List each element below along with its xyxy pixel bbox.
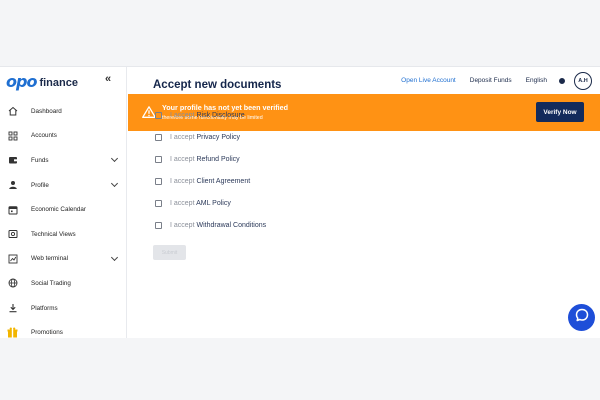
checkbox[interactable] [155,199,162,207]
document-checkbox-row[interactable]: I accept Risk Disclosure [153,104,281,126]
sidebar-item-platforms[interactable]: Platforms [0,296,127,321]
sidebar-item-label: Profile [31,181,49,189]
sidebar-item-economic-calendar[interactable]: Economic Calendar [0,197,127,222]
user-icon [7,180,18,191]
collapse-sidebar-icon[interactable]: « [105,73,111,85]
sidebar-item-accounts[interactable]: Accounts [0,124,127,149]
sidebar-item-label: Technical Views [31,230,76,238]
sidebar-nav: Dashboard Accounts Funds Profile Economi… [0,99,127,338]
brand-logo[interactable]: opo finance [6,71,78,91]
technical-views-icon [7,229,18,240]
chevron-down-icon[interactable] [110,253,119,261]
sidebar-item-promotions[interactable]: Promotions [0,320,127,338]
globe-icon [7,278,18,289]
verify-now-button[interactable]: Verify Now [536,102,584,122]
document-checkbox-row[interactable]: I accept AML Policy [153,192,281,214]
accept-prefix: I accept [170,133,195,141]
sidebar-item-label: Web terminal [31,255,68,263]
avatar[interactable]: A.H [574,71,592,90]
checkbox-label: I accept AML Policy [170,200,231,207]
checkbox-label: I accept Withdrawal Conditions [170,222,266,229]
document-link[interactable]: Privacy Policy [196,134,240,141]
calendar-icon [7,204,18,215]
sidebar-item-label: Dashboard [31,107,62,115]
chevron-down-icon[interactable] [110,155,119,163]
checkbox-label: I accept Privacy Policy [170,134,240,141]
app-window: opo finance « Dashboard Accounts Funds P… [0,66,600,338]
wallet-icon [7,155,18,166]
sidebar-item-social-trading[interactable]: Social Trading [0,271,127,296]
checkbox-label: I accept Risk Disclosure [170,112,245,119]
home-icon [7,106,18,117]
document-link[interactable]: Risk Disclosure [196,112,244,119]
terminal-chart-icon [7,253,18,264]
page-title: Accept new documents [153,79,282,91]
sidebar-item-label: Promotions [31,329,63,337]
document-checkbox-row[interactable]: I accept Privacy Policy [153,126,281,148]
logo-text: finance [39,76,78,89]
checkbox-label: I accept Client Agreement [170,178,250,185]
checkbox-label: I accept Refund Policy [170,156,240,163]
accounts-grid-icon [7,130,18,141]
download-icon [7,303,18,314]
theme-toggle-icon[interactable] [559,77,565,84]
chat-button[interactable] [568,304,595,331]
sidebar-item-label: Economic Calendar [31,206,86,214]
accept-prefix: I accept [170,221,195,229]
sidebar-item-profile[interactable]: Profile [0,173,127,198]
sidebar-item-label: Funds [31,156,49,164]
sidebar-item-label: Accounts [31,132,57,140]
sidebar-item-label: Social Trading [31,279,71,287]
document-checkbox-row[interactable]: I accept Refund Policy [153,148,281,170]
sidebar: opo finance « Dashboard Accounts Funds P… [0,67,127,338]
open-live-account-link[interactable]: Open Live Account [401,77,456,84]
accept-prefix: I accept [170,111,195,119]
document-checkbox-row[interactable]: I accept Client Agreement [153,170,281,192]
document-link[interactable]: Withdrawal Conditions [196,222,266,229]
checkbox[interactable] [155,133,162,141]
accept-prefix: I accept [170,155,195,163]
document-link[interactable]: AML Policy [196,200,231,207]
top-bar-links: Open Live Account Deposit Funds English … [387,67,592,94]
deposit-funds-link[interactable]: Deposit Funds [470,77,512,84]
accept-prefix: I accept [170,177,195,185]
chevron-down-icon[interactable] [110,179,119,187]
document-link[interactable]: Refund Policy [196,156,239,163]
checkbox[interactable] [155,111,162,119]
document-checkbox-row[interactable]: I accept Withdrawal Conditions [153,214,281,236]
checkbox[interactable] [155,221,162,229]
sidebar-item-dashboard[interactable]: Dashboard [0,99,127,124]
logo-mark: opo [6,71,37,91]
sidebar-item-funds[interactable]: Funds [0,148,127,173]
sidebar-item-label: Platforms [31,304,58,312]
checkbox[interactable] [155,177,162,185]
sidebar-item-technical-views[interactable]: Technical Views [0,222,127,247]
accept-documents-form: Accept new documents I accept Risk Discl… [153,79,281,260]
accept-prefix: I accept [170,199,195,207]
chat-bubble-icon [575,308,589,327]
document-link[interactable]: Client Agreement [196,178,250,185]
submit-button[interactable]: Submit [153,245,186,260]
gift-icon [7,327,18,338]
sidebar-item-web-terminal[interactable]: Web terminal [0,247,127,272]
checkbox[interactable] [155,155,162,163]
language-selector[interactable]: English [526,77,547,84]
